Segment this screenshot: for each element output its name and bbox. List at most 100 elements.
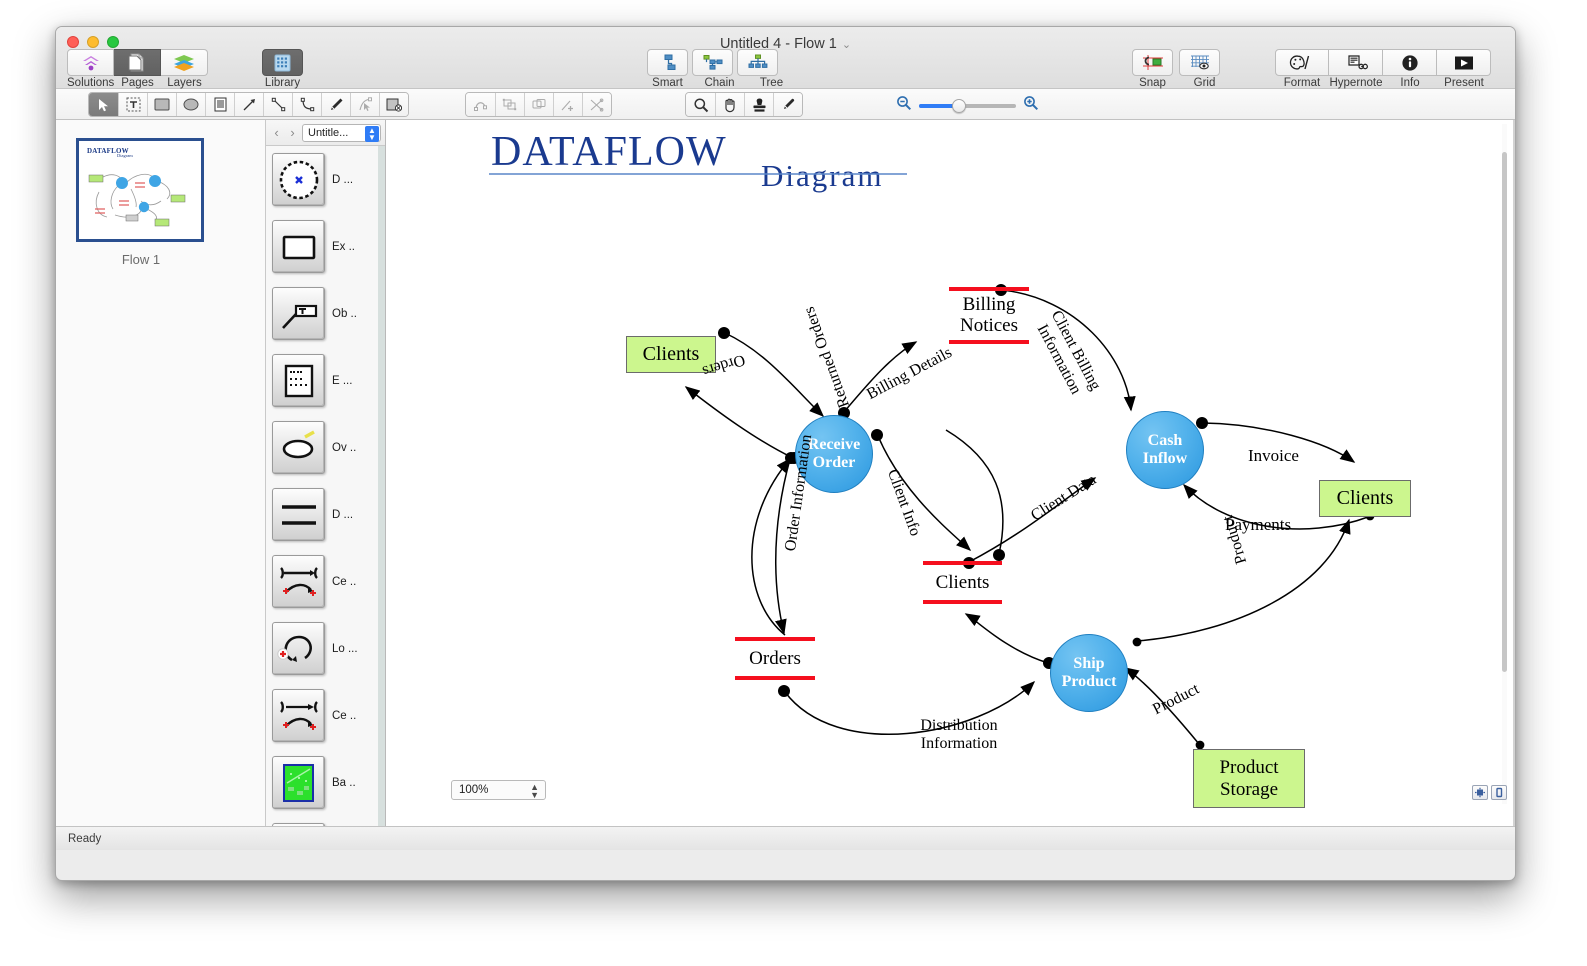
library-item-4[interactable]: Ov .. [266,414,385,481]
zoom-level-field[interactable]: 100% ▲ ▼ [451,780,546,800]
library-item-10[interactable]: Ba .. [266,816,385,826]
library-stepper-icon[interactable]: ▲ ▼ [365,125,379,142]
actual-size-icon[interactable] [1491,785,1507,800]
toolbar-solutions-label: Solutions [67,77,115,89]
library-item-0[interactable]: D ... [266,146,385,213]
center-connector-shape-icon[interactable] [272,555,325,608]
data-store-orders[interactable]: Orders [735,637,815,680]
callout-text-shape-icon[interactable] [272,287,325,340]
view-mode-buttons[interactable] [1472,785,1507,800]
flow-label-billing-details: Billing Details [864,343,955,404]
toolbar-library-button[interactable] [262,49,303,76]
library-item-1[interactable]: Ex .. [266,213,385,280]
toolbar-hypernote-button[interactable] [1329,49,1383,76]
hand-pan-tool[interactable] [715,93,744,116]
library-item-label: D ... [332,173,354,186]
library-item-list[interactable]: D ... Ex .. Ob .. E ... Ov .. D ... Ce .… [266,146,385,826]
pages-panel: DATAFLOW Diagram Flow 1 [56,120,266,826]
zoom-stepper-icon[interactable]: ▲ ▼ [530,783,539,800]
data-store-billing-notices[interactable]: Billing Notices [949,287,1029,344]
straight-line-tool[interactable] [263,93,292,116]
curve-line-tool[interactable] [292,93,321,116]
screenshot-root: Untitled 4 - Flow 1 ⌄ Solutions Pages Lay… [0,0,1587,966]
rectangle-tool[interactable] [147,93,176,116]
union-shapes-tool[interactable] [524,93,553,116]
zoom-out-icon[interactable] [896,95,912,116]
toolbar-grid-button[interactable] [1179,49,1220,76]
flow-label-client-info: Client Info [884,467,924,539]
center-arrow-connector-shape-icon[interactable] [272,689,325,742]
library-item-7[interactable]: Lo ... [266,615,385,682]
tool-strip [56,89,1515,120]
toolbar-tree-button[interactable] [737,49,778,76]
page-thumbnail[interactable]: DATAFLOW Diagram [76,138,204,242]
toolbar-connector-group [647,49,778,76]
library-item-2[interactable]: Ob .. [266,280,385,347]
canvas-vertical-scrollbar[interactable] [1498,124,1511,804]
library-item-8[interactable]: Ce .. [266,682,385,749]
diagram-canvas[interactable]: DATAFLOW Diagram Clients Clients Product… [386,120,1501,826]
pen-tool[interactable] [321,93,350,116]
store-bar-bottom [949,340,1029,344]
smooth-path-tool[interactable] [466,93,495,116]
zoom-slider-group[interactable] [896,95,1039,116]
external-entity-clients-right[interactable]: Clients [1319,480,1411,517]
magnifier-tool[interactable] [686,93,715,116]
add-point-tool[interactable] [553,93,582,116]
point-edit-tool[interactable] [350,93,379,116]
toolbar-format-button[interactable] [1275,49,1329,76]
toolbar-chain-button[interactable] [692,49,733,76]
loop-connector-shape-icon[interactable] [272,622,325,675]
toolbar-info-button[interactable] [1383,49,1437,76]
split-path-tool[interactable] [582,93,611,116]
flow-label-client-data: Client Data [1028,471,1100,525]
canvas-area[interactable]: DATAFLOW Diagram Clients Clients Product… [386,120,1515,826]
window-body: DATAFLOW Diagram Flow 1 ‹ › Untitle... ▲… [56,120,1515,826]
group-shapes-tool[interactable] [495,93,524,116]
toolbar-smart-button[interactable] [647,49,688,76]
text-tool[interactable] [118,93,147,116]
green-background-shape-icon[interactable] [272,756,325,809]
dotted-document-shape-icon[interactable] [272,354,325,407]
ellipse-tool[interactable] [176,93,205,116]
toolbar-info-label: Info [1400,77,1420,89]
double-line-shape-icon[interactable] [272,488,325,541]
dashed-circle-x-shape-icon[interactable] [272,153,325,206]
toolbar-layers-button[interactable] [161,49,208,76]
table-tool[interactable] [205,93,234,116]
highlight-oval-shape-icon[interactable] [272,421,325,474]
line-arrow-tool[interactable] [234,93,263,116]
fit-page-icon[interactable] [1472,785,1488,800]
library-item-9[interactable]: Ba .. [266,749,385,816]
zoom-slider[interactable] [919,98,1016,113]
toolbar-snapgrid-group [1132,49,1220,76]
chevron-right-icon[interactable]: › [286,125,299,140]
toolbar-present-button[interactable] [1437,49,1491,76]
toolbar-pages-button[interactable] [114,49,161,76]
title-chevron-icon[interactable]: ⌄ [842,39,851,51]
rounded-rectangle-shape-icon[interactable] [272,220,325,273]
library-item-label: D ... [332,508,354,521]
eyedropper-tool[interactable] [773,93,802,116]
select-arrow-tool[interactable] [89,93,118,116]
data-store-clients[interactable]: Clients [923,561,1002,604]
zoom-slider-knob[interactable] [952,98,966,113]
process-ship-product[interactable]: Ship Product [1050,634,1128,712]
shape-cutout-tool[interactable] [379,93,408,116]
toolbar-solutions-button[interactable] [67,49,114,76]
scrollbar-thumb[interactable] [1502,152,1507,672]
zoom-in-icon[interactable] [1023,95,1039,116]
library-scrollbar[interactable] [378,146,385,826]
library-selector[interactable]: Untitle... ▲ ▼ [302,123,381,142]
flow-label-returned-orders: Returned Orders [800,304,853,410]
toolbar-snap-button[interactable] [1132,49,1173,76]
library-item-6[interactable]: Ce .. [266,548,385,615]
library-item-label: Ex .. [332,240,356,253]
external-entity-product-storage[interactable]: Product Storage [1193,749,1305,808]
process-cash-inflow[interactable]: Cash Inflow [1126,411,1204,489]
chevron-left-icon[interactable]: ‹ [270,125,283,140]
stamp-tool[interactable] [744,93,773,116]
store-bar-top [923,561,1002,565]
library-item-3[interactable]: E ... [266,347,385,414]
library-item-5[interactable]: D ... [266,481,385,548]
